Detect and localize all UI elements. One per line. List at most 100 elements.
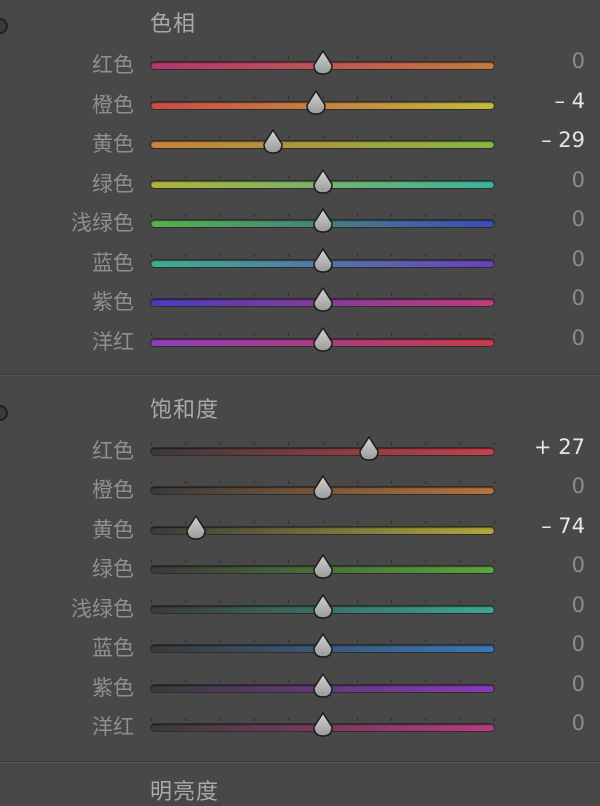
slider-tick xyxy=(219,600,221,603)
slider-label: 红色 xyxy=(92,439,134,463)
slider-thumb[interactable] xyxy=(312,594,334,620)
slider-tick xyxy=(185,639,187,642)
slider-tick xyxy=(425,639,427,642)
slider-tick xyxy=(391,560,393,563)
slider-tick xyxy=(151,718,152,721)
slider-tick xyxy=(425,442,427,445)
slider-tick xyxy=(288,442,290,445)
slider-tick xyxy=(151,293,152,296)
slider-tick xyxy=(219,175,221,178)
slider-track[interactable] xyxy=(151,135,495,148)
slider-tick xyxy=(288,56,290,59)
slider-thumb[interactable] xyxy=(312,712,334,738)
slider-tick xyxy=(185,718,187,721)
slider-tick xyxy=(494,560,495,563)
slider-value[interactable]: + 27 xyxy=(534,435,585,459)
slider-tick xyxy=(391,442,393,445)
slider-value[interactable]: 0 xyxy=(572,593,585,617)
slider-tick xyxy=(494,135,495,138)
slider-thumb[interactable] xyxy=(312,633,334,659)
slider-thumb[interactable] xyxy=(185,515,207,541)
slider-tick xyxy=(288,679,290,682)
section-toggle-icon[interactable] xyxy=(0,405,8,421)
slider-tick xyxy=(459,135,461,138)
slider-thumb[interactable] xyxy=(312,327,334,353)
section-toggle-icon[interactable] xyxy=(0,18,8,34)
slider-tick xyxy=(494,639,495,642)
slider-value[interactable]: 0 xyxy=(572,168,585,192)
slider-value[interactable]: – 74 xyxy=(541,514,585,538)
slider-label: 浅绿色 xyxy=(71,211,134,235)
slider-value[interactable]: – 29 xyxy=(541,128,585,152)
slider-tick xyxy=(391,600,393,603)
slider-tick xyxy=(253,175,255,178)
slider-tick xyxy=(356,293,358,296)
slider-tick xyxy=(151,254,152,257)
slider-thumb[interactable] xyxy=(262,129,284,155)
slider-thumb[interactable] xyxy=(312,475,334,501)
slider-tick xyxy=(459,96,461,99)
slider-tick xyxy=(253,442,255,445)
slider-tick xyxy=(391,254,393,257)
slider-thumb[interactable] xyxy=(312,169,334,195)
slider-tick xyxy=(219,718,221,721)
slider-tick xyxy=(494,600,495,603)
slider-label: 黄色 xyxy=(92,132,134,156)
slider-value[interactable]: 0 xyxy=(572,672,585,696)
slider-value[interactable]: 0 xyxy=(572,326,585,350)
slider-label: 洋红 xyxy=(92,715,134,739)
slider-tick xyxy=(494,214,495,217)
slider-thumb[interactable] xyxy=(312,208,334,234)
slider-value[interactable]: 0 xyxy=(572,553,585,577)
slider-thumb[interactable] xyxy=(312,248,334,274)
slider-tick xyxy=(288,135,290,138)
slider-tick xyxy=(356,521,358,524)
slider-tick xyxy=(219,521,221,524)
slider-tick xyxy=(288,560,290,563)
slider-tick xyxy=(425,679,427,682)
slider-tick xyxy=(219,254,221,257)
slider-value[interactable]: – 4 xyxy=(554,89,585,113)
slider-thumb[interactable] xyxy=(358,436,380,462)
slider-tick xyxy=(494,521,495,524)
slider-tick xyxy=(151,481,152,484)
slider-tick xyxy=(356,96,358,99)
slider-tick xyxy=(356,679,358,682)
slider-thumb[interactable] xyxy=(312,50,334,76)
slider-tick xyxy=(391,718,393,721)
slider-tick xyxy=(459,293,461,296)
slider-thumb[interactable] xyxy=(312,287,334,313)
slider-tick xyxy=(356,718,358,721)
slider-value[interactable]: 0 xyxy=(572,49,585,73)
slider-value[interactable]: 0 xyxy=(572,247,585,271)
slider-label: 蓝色 xyxy=(92,636,134,660)
slider-thumb[interactable] xyxy=(312,554,334,580)
slider-tick xyxy=(151,333,152,336)
slider-value[interactable]: 0 xyxy=(572,207,585,231)
slider-tick xyxy=(185,442,187,445)
slider-tick xyxy=(288,521,290,524)
slider-value[interactable]: 0 xyxy=(572,474,585,498)
slider-tick xyxy=(459,718,461,721)
slider-tick xyxy=(253,560,255,563)
slider-row: 蓝色 0 xyxy=(0,243,600,283)
slider-tick xyxy=(322,135,324,138)
slider-tick xyxy=(494,333,495,336)
hsl-panel: 色相 红色 0 橙色 – 4 黄色 – 29 绿色 0 浅绿色 0 蓝色 0 紫色 0 洋红 0 饱和度 红色… xyxy=(0,0,600,805)
slider-tick xyxy=(425,718,427,721)
slider-value[interactable]: 0 xyxy=(572,711,585,735)
slider-track[interactable] xyxy=(151,442,495,455)
slider-tick xyxy=(185,135,187,138)
slider-tick xyxy=(425,254,427,257)
slider-label: 洋红 xyxy=(92,330,134,354)
slider-thumb[interactable] xyxy=(312,673,334,699)
slider-tick xyxy=(391,175,393,178)
slider-tick xyxy=(288,600,290,603)
slider-tick xyxy=(391,214,393,217)
slider-label: 橙色 xyxy=(92,93,134,117)
slider-tick xyxy=(391,333,393,336)
slider-tick xyxy=(253,481,255,484)
slider-value[interactable]: 0 xyxy=(572,632,585,656)
slider-thumb[interactable] xyxy=(305,90,327,116)
slider-value[interactable]: 0 xyxy=(572,286,585,310)
